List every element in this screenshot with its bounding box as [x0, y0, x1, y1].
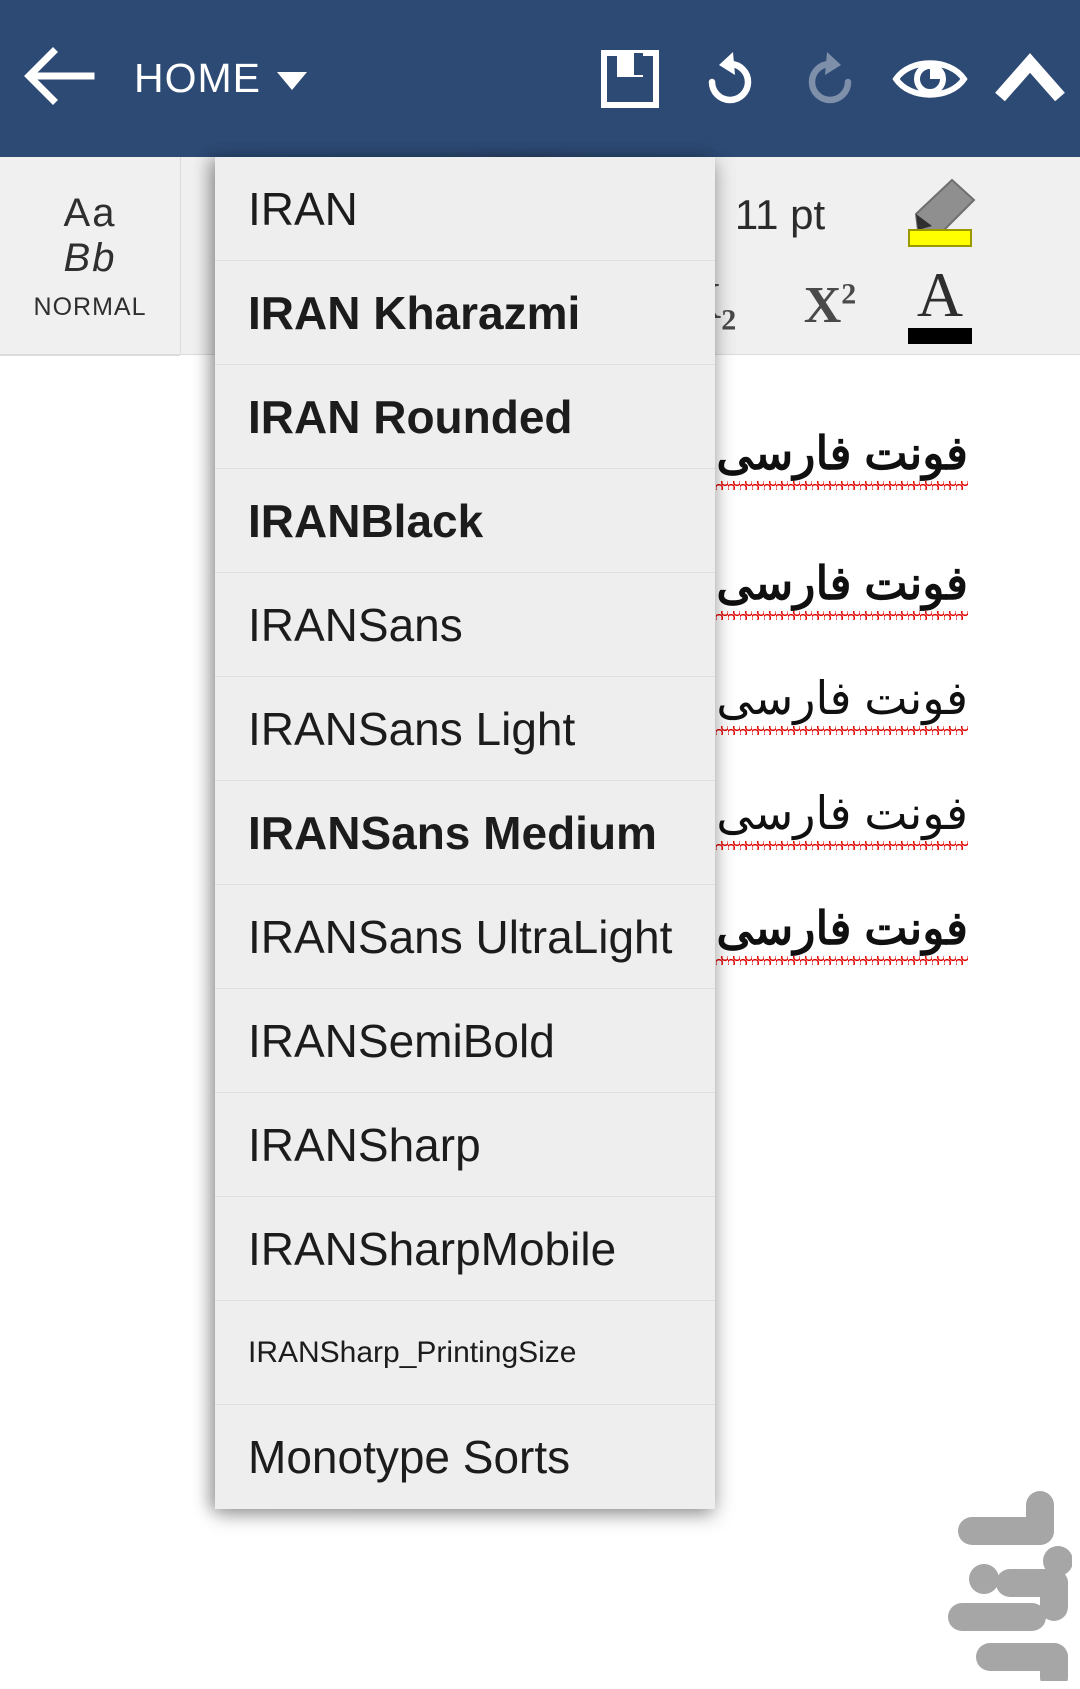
font-menu-item[interactable]: IRANBlack — [215, 469, 715, 573]
back-arrow-icon — [23, 44, 97, 113]
style-preview-line2: Bb — [63, 235, 117, 280]
font-menu-item[interactable]: IRANSans UltraLight — [215, 885, 715, 989]
font-menu-item-label: IRANSharpMobile — [248, 1222, 617, 1275]
font-menu-item[interactable]: IRANSharp_PrintingSize — [215, 1301, 715, 1405]
redo-button[interactable] — [780, 0, 880, 157]
font-color-letter: A — [916, 259, 964, 330]
screen-root: HOME Aa Bb NORMAL 11 pt 2 X2 A فونت فارس… — [0, 0, 1080, 1689]
font-menu-item-label: IRAN — [248, 182, 358, 235]
document-line: فونت فارسی — [716, 426, 968, 490]
font-menu-item-label: IRANSharp_PrintingSize — [248, 1335, 577, 1369]
style-preview-line1: Aa — [63, 190, 117, 235]
document-text: فونت فارسی — [716, 671, 968, 735]
font-menu-item[interactable]: IRANSans Light — [215, 677, 715, 781]
caret-down-icon — [277, 71, 307, 90]
home-tab-dropdown[interactable]: HOME — [120, 0, 317, 157]
font-menu-item-label: IRANSharp — [248, 1118, 481, 1171]
redo-arrow-icon — [799, 48, 861, 110]
undo-arrow-icon — [699, 48, 761, 110]
style-name-label: NORMAL — [33, 292, 147, 321]
floppy-disk-icon — [600, 49, 660, 109]
font-menu-item[interactable]: IRANSans Medium — [215, 781, 715, 885]
paragraph-style-button[interactable]: Aa Bb NORMAL — [0, 157, 180, 355]
app-bar: HOME — [0, 0, 1080, 157]
eye-icon — [892, 51, 968, 107]
font-size-stepper[interactable]: 11 pt — [690, 167, 870, 263]
font-menu-item-label: IRANSans Light — [248, 702, 576, 755]
highlighter-pen-icon — [894, 174, 986, 253]
font-menu-item-label: IRANSemiBold — [248, 1014, 555, 1067]
save-button[interactable] — [580, 0, 680, 157]
document-text: فونت فارسی — [716, 786, 968, 850]
font-menu-item-label: IRAN Rounded — [248, 390, 573, 443]
font-menu-item-label: IRANSans UltraLight — [248, 910, 673, 963]
preview-button[interactable] — [880, 0, 980, 157]
undo-button[interactable] — [680, 0, 780, 157]
document-text: فونت فارسی — [716, 556, 968, 620]
document-line: فونت فارسی — [716, 556, 968, 620]
superscript-button[interactable]: X2 — [760, 255, 900, 355]
toolbar-divider — [180, 157, 181, 355]
font-menu-item[interactable]: IRAN Rounded — [215, 365, 715, 469]
app-logo-watermark — [872, 1481, 1073, 1689]
font-menu-item-label: Monotype Sorts — [248, 1431, 571, 1483]
font-color-button[interactable]: A — [880, 255, 1000, 355]
font-menu-item[interactable]: IRANSemiBold — [215, 989, 715, 1093]
chevron-up-icon — [994, 52, 1066, 105]
document-line: فونت فارسی — [716, 786, 968, 850]
font-size-value: 11 pt — [734, 191, 826, 238]
subscript-index: 2 — [721, 303, 737, 337]
font-menu-item[interactable]: IRAN — [215, 157, 715, 261]
home-tab-label: HOME — [134, 55, 261, 101]
superscript-base: X — [803, 276, 842, 334]
font-menu-item[interactable]: Monotype Sorts — [215, 1405, 715, 1509]
font-menu-item[interactable]: IRAN Kharazmi — [215, 261, 715, 365]
font-menu-item-label: IRAN Kharazmi — [248, 286, 581, 339]
document-text: فونت فارسی — [716, 901, 968, 965]
font-menu-item[interactable]: IRANSans — [215, 573, 715, 677]
superscript-icon: X2 — [804, 276, 857, 335]
back-button[interactable] — [0, 0, 120, 157]
font-menu-item-label: IRANSans — [248, 598, 463, 651]
font-family-dropdown[interactable]: IRAN IRAN Kharazmi IRAN Rounded IRANBlac… — [215, 157, 715, 1509]
document-line: فونت فارسی — [716, 671, 968, 735]
font-color-swatch — [908, 328, 972, 344]
font-menu-item-label: IRANSans Medium — [248, 806, 657, 859]
collapse-toolbar-button[interactable] — [980, 0, 1080, 157]
font-menu-item[interactable]: IRANSharpMobile — [215, 1197, 715, 1301]
document-text: فونت فارسی — [716, 426, 968, 490]
font-menu-item-label: IRANBlack — [248, 494, 484, 547]
superscript-exponent: 2 — [841, 277, 857, 311]
highlight-color-button[interactable] — [880, 163, 1000, 263]
font-menu-item[interactable]: IRANSharp — [215, 1093, 715, 1197]
document-line: فونت فارسی — [716, 901, 968, 965]
